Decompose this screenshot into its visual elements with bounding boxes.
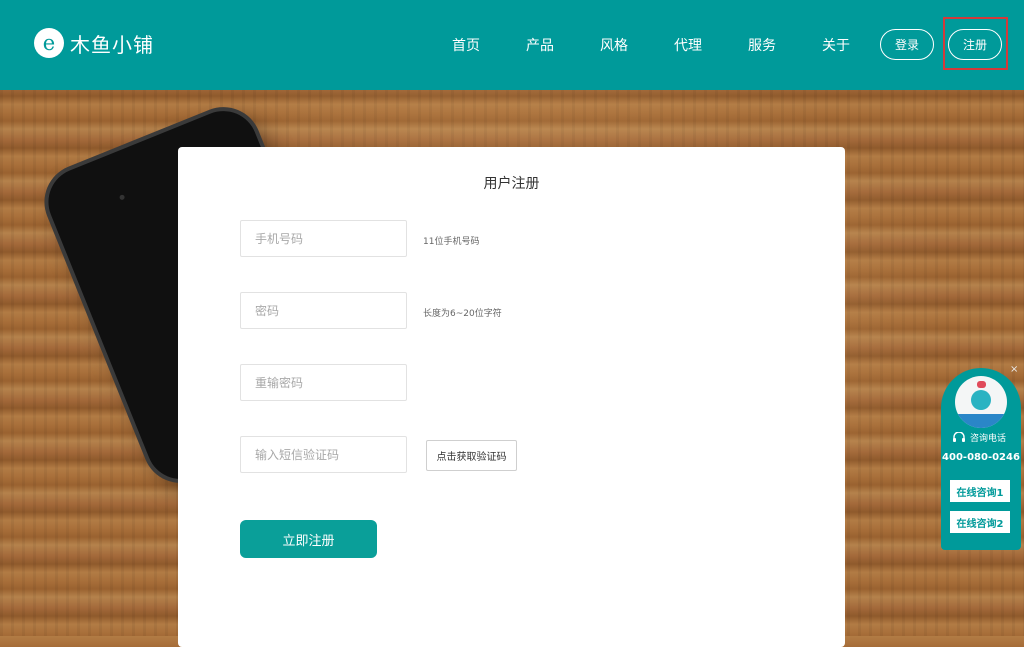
- mascot-image: [955, 376, 1007, 428]
- password-input[interactable]: [240, 292, 407, 329]
- top-header: e 木鱼小铺 首页 产品 风格 代理 服务 关于 登录 注册: [0, 0, 1024, 90]
- consult-label-text: 咨询电话: [970, 431, 1006, 444]
- logo-text: 木鱼小铺: [70, 29, 154, 58]
- get-code-button[interactable]: 点击获取验证码: [426, 440, 517, 471]
- close-icon[interactable]: ×: [1010, 364, 1018, 375]
- nav-home[interactable]: 首页: [452, 35, 480, 55]
- login-button[interactable]: 登录: [880, 29, 934, 60]
- nav-about[interactable]: 关于: [822, 35, 850, 55]
- sms-code-input[interactable]: [240, 436, 407, 473]
- nav-products[interactable]: 产品: [526, 35, 554, 55]
- submit-register-button[interactable]: 立即注册: [240, 520, 377, 558]
- headset-icon: [952, 432, 966, 443]
- logo[interactable]: e 木鱼小铺: [34, 28, 154, 58]
- main-nav: 首页 产品 风格 代理 服务 关于: [452, 35, 896, 55]
- nav-style[interactable]: 风格: [600, 35, 628, 55]
- logo-icon: e: [34, 28, 64, 58]
- phone-hint: 11位手机号码: [423, 234, 479, 247]
- consult-phone-number: 400-080-0246: [941, 452, 1021, 463]
- nav-service[interactable]: 服务: [748, 35, 776, 55]
- phone-input[interactable]: [240, 220, 407, 257]
- password-hint: 长度为6~20位字符: [423, 306, 502, 319]
- consult-float-panel: 咨询电话 400-080-0246 在线咨询1 在线咨询2: [941, 368, 1021, 550]
- consult-phone-label: 咨询电话: [952, 431, 1006, 444]
- online-consult-2-button[interactable]: 在线咨询2: [950, 511, 1010, 533]
- register-highlight-box: [943, 17, 1008, 70]
- register-card: 用户注册 11位手机号码 长度为6~20位字符 点击获取验证码 立即注册: [178, 147, 845, 647]
- online-consult-1-button[interactable]: 在线咨询1: [950, 480, 1010, 502]
- confirm-password-input[interactable]: [240, 364, 407, 401]
- page-title: 用户注册: [178, 173, 845, 193]
- nav-agent[interactable]: 代理: [674, 35, 702, 55]
